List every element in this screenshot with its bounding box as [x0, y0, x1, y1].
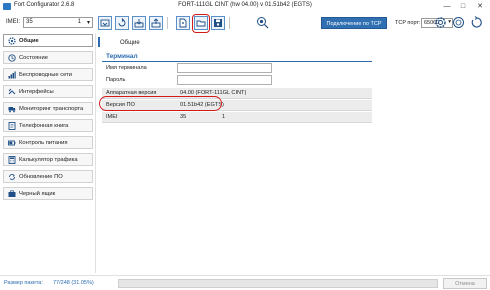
toolbar: IMEI: 35 1 ▾ Подключение по TCP TCP порт…	[0, 13, 490, 33]
sidebar-item-black-box[interactable]: Черный ящик	[3, 187, 93, 200]
tcp-port-label: TCP порт:	[395, 20, 421, 26]
settings-icon[interactable]	[434, 16, 447, 29]
save-file-button[interactable]	[211, 16, 225, 30]
read-from-device-button[interactable]	[115, 16, 129, 30]
sidebar-item-label: Общие	[19, 38, 39, 44]
accent-bar	[98, 37, 100, 47]
sidebar-item-traffic-calculator[interactable]: Калькулятор трафика	[3, 153, 93, 166]
sidebar-item-status[interactable]: Состояние	[3, 51, 93, 64]
sidebar-item-wireless[interactable]: Беспроводные сети	[3, 68, 93, 81]
toolbar-separator	[167, 17, 168, 29]
title-bar: Fort Configurator 2.6.8 FORT-111GL CINT …	[0, 0, 490, 13]
download-button[interactable]	[132, 16, 146, 30]
main-content: Общие Терминал Имя терминала Пароль Аппа…	[95, 33, 490, 273]
truck-icon	[8, 107, 16, 113]
sidebar-item-label: Телефонная книга	[19, 123, 69, 129]
chevron-down-icon: ▾	[448, 19, 451, 25]
calculator-icon	[8, 156, 16, 164]
section-title: Терминал	[106, 53, 138, 60]
interfaces-icon	[8, 88, 16, 95]
sidebar-item-label: Калькулятор трафика	[19, 157, 78, 163]
progress-bar	[118, 279, 438, 288]
upload-button[interactable]	[149, 16, 163, 30]
read-from-device-icon	[118, 18, 126, 27]
imei-row: IMEI 35 1	[102, 112, 372, 123]
packet-size-value: 77/248 (31.05%)	[53, 280, 94, 286]
content-header: Общие	[96, 33, 490, 49]
field-label: IMEI	[106, 114, 118, 120]
chevron-down-icon: ▾	[86, 20, 90, 26]
sidebar-item-firmware-update[interactable]: Обновление ПО	[3, 170, 93, 183]
terminal-name-row: Имя терминала	[102, 63, 372, 74]
save-to-device-icon	[100, 19, 110, 27]
maximize-button[interactable]: □	[456, 1, 470, 12]
sidebar-item-phonebook[interactable]: Телефонная книга	[3, 119, 93, 132]
reboot-icon[interactable]	[470, 16, 483, 29]
new-file-icon	[179, 18, 187, 28]
imei-value: 35	[26, 19, 33, 25]
sidebar-item-general[interactable]: Общие	[3, 34, 93, 47]
cancel-button[interactable]: Отмена	[443, 278, 487, 289]
save-file-icon	[214, 19, 222, 27]
blackbox-icon	[8, 190, 16, 197]
gear-icon	[8, 37, 16, 45]
sidebar-item-label: Контроль питания	[19, 140, 68, 146]
toolbar-separator	[229, 17, 230, 29]
sidebar-item-label: Черный ящик	[19, 191, 56, 197]
field-label: Пароль	[106, 77, 126, 83]
sidebar: Общие Состояние Беспроводные сети Интерф…	[3, 33, 93, 273]
password-input[interactable]	[177, 75, 272, 85]
signal-icon	[8, 71, 16, 79]
section-divider	[102, 61, 372, 62]
sidebar-item-transport-monitoring[interactable]: Мониторинг транспорта	[3, 102, 93, 115]
sidebar-item-power-control[interactable]: Контроль питания	[3, 136, 93, 149]
help-icon[interactable]	[452, 16, 465, 29]
terminal-name-input[interactable]	[177, 63, 272, 73]
new-file-button[interactable]	[176, 16, 190, 30]
sidebar-item-label: Беспроводные сети	[19, 72, 73, 78]
imei-selected-value: 1	[222, 114, 226, 120]
firmware-highlight-annotation	[99, 96, 222, 111]
app-name: Fort Configurator 2.6.8	[14, 2, 75, 8]
sidebar-item-label: Интерфейсы	[19, 89, 54, 95]
imei-selected: 1	[77, 19, 81, 25]
close-button[interactable]: ✕	[473, 1, 487, 12]
status-icon	[8, 54, 16, 62]
update-icon	[9, 174, 15, 180]
sidebar-item-interfaces[interactable]: Интерфейсы	[3, 85, 93, 98]
sidebar-item-label: Мониторинг транспорта	[19, 106, 84, 112]
app-logo-icon	[3, 3, 11, 10]
phonebook-icon	[8, 122, 16, 130]
imei-label: IMEI:	[6, 19, 21, 25]
field-label: Имя терминала	[106, 65, 147, 71]
status-bar: Размер пакета: 77/248 (31.05%) Отмена	[0, 275, 490, 290]
imei-value: 35	[180, 114, 187, 120]
upload-icon	[151, 18, 161, 28]
power-icon	[8, 140, 16, 146]
minimize-button[interactable]: —	[440, 1, 454, 12]
tcp-connect-button[interactable]: Подключение по TCP	[321, 17, 387, 29]
download-icon	[134, 19, 144, 28]
page-title: Общие	[120, 40, 140, 46]
search-device-icon[interactable]	[256, 16, 269, 29]
packet-size-label: Размер пакета:	[4, 280, 43, 286]
toolbar-highlight-annotation	[192, 14, 210, 33]
imei-select[interactable]: 35 1 ▾	[23, 17, 93, 28]
password-row: Пароль	[102, 75, 372, 86]
sidebar-item-label: Состояние	[19, 55, 48, 61]
sidebar-item-label: Обновление ПО	[19, 174, 63, 180]
save-to-device-button[interactable]	[98, 16, 112, 30]
